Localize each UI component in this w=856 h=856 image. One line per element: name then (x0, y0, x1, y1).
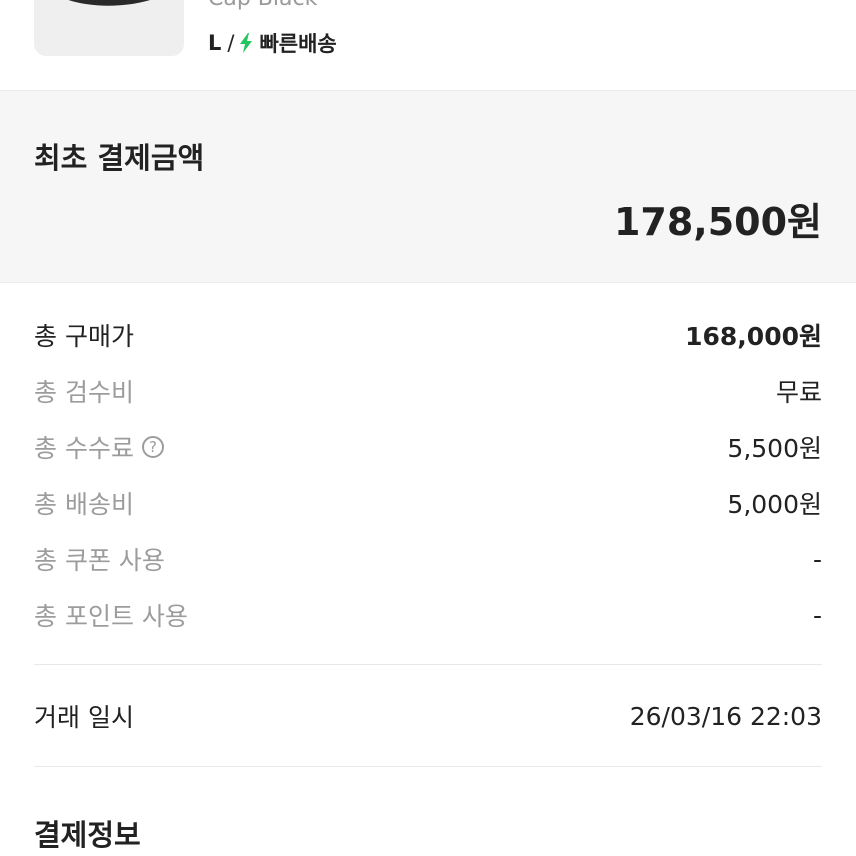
breakdown-row-commission: 총 수수료 ? 5,500원 (34, 419, 822, 475)
transaction-label: 거래 일시 (34, 703, 134, 732)
question-circle-icon[interactable]: ? (141, 436, 164, 458)
breakdown-value: 5,000원 (727, 490, 822, 519)
breakdown-value: 168,000원 (685, 322, 822, 351)
breakdown-label-wrap: 총 수수료 ? (34, 429, 164, 465)
transaction-datetime-row: 거래 일시 26/03/16 22:03 (34, 690, 822, 742)
divider (34, 664, 822, 665)
product-size: L (208, 31, 222, 55)
product-name: Cap Black (208, 0, 317, 11)
breakdown-row-inspection-fee: 총 검수비 무료 (34, 363, 822, 419)
option-separator: / (227, 31, 235, 55)
order-detail-page: Cap Black L / 빠른배송 최초 결제금액 178,500원 총 구매… (0, 0, 856, 856)
breakdown-value: 5,500원 (727, 434, 822, 463)
breakdown-label: 총 배송비 (34, 490, 134, 519)
product-summary[interactable]: Cap Black L / 빠른배송 (0, 0, 856, 90)
breakdown-value: - (812, 544, 822, 574)
breakdown-label: 총 구매가 (34, 322, 134, 351)
payment-info-title: 결제정보 (34, 818, 141, 852)
lightning-bolt-icon (239, 33, 253, 53)
product-options: L / 빠른배송 (208, 28, 337, 58)
breakdown-row-points: 총 포인트 사용 - (34, 587, 822, 643)
initial-payment-title: 최초 결제금액 (34, 141, 205, 175)
price-breakdown: 총 구매가 168,000원 총 검수비 무료 총 수수료 ? 5,500원 총… (34, 307, 822, 643)
breakdown-label: 총 검수비 (34, 378, 134, 407)
breakdown-label: 총 쿠폰 사용 (34, 546, 165, 575)
breakdown-row-shipping-fee: 총 배송비 5,000원 (34, 475, 822, 531)
product-thumbnail (34, 0, 184, 56)
initial-payment-section: 최초 결제금액 178,500원 (0, 90, 856, 283)
breakdown-value: - (812, 600, 822, 630)
initial-payment-amount: 178,500원 (613, 200, 822, 244)
breakdown-row-coupon: 총 쿠폰 사용 - (34, 531, 822, 587)
divider (34, 766, 822, 767)
breakdown-value: 무료 (775, 378, 822, 407)
breakdown-label: 총 수수료 (34, 434, 134, 463)
transaction-value: 26/03/16 22:03 (629, 701, 822, 731)
delivery-type-label: 빠른배송 (259, 32, 337, 56)
breakdown-label: 총 포인트 사용 (34, 602, 188, 631)
breakdown-row-purchase-price: 총 구매가 168,000원 (34, 307, 822, 363)
